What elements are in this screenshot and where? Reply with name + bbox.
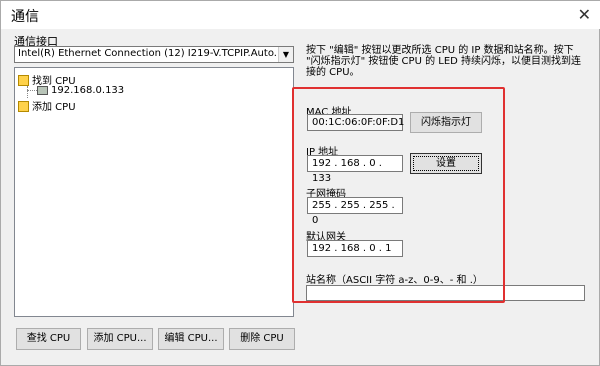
highlight-box [292, 87, 505, 303]
folder-icon [18, 101, 29, 112]
folder-icon [18, 75, 29, 86]
interface-select-value: Intel(R) Ethernet Connection (12) I219-V… [18, 48, 284, 59]
device-icon [37, 86, 48, 95]
title-bar: 通信 ✕ [1, 1, 600, 29]
tree-item-label: 192.168.0.133 [51, 85, 125, 96]
find-cpu-button[interactable]: 查找 CPU [16, 328, 81, 350]
add-cpu-button[interactable]: 添加 CPU... [87, 328, 153, 350]
communication-dialog: 通信 ✕ 通信接口 Intel(R) Ethernet Connection (… [0, 0, 600, 366]
delete-cpu-button[interactable]: 删除 CPU [229, 328, 295, 350]
cpu-tree[interactable]: 找到 CPU 192.168.0.133 添加 CPU [14, 67, 294, 317]
close-icon[interactable]: ✕ [578, 5, 591, 24]
edit-cpu-button[interactable]: 编辑 CPU... [158, 328, 224, 350]
tree-item-cpu-ip[interactable]: 192.168.0.133 [37, 85, 124, 96]
chevron-down-icon[interactable]: ▼ [278, 47, 293, 62]
window-title: 通信 [11, 9, 39, 25]
tree-item-add-cpu[interactable]: 添加 CPU [18, 98, 76, 113]
tree-item-label: 添加 CPU [32, 102, 76, 113]
interface-select[interactable]: Intel(R) Ethernet Connection (12) I219-V… [14, 46, 294, 63]
tree-connector [27, 90, 37, 91]
tree-connector [27, 86, 28, 98]
instruction-text: 按下 "编辑" 按钮以更改所选 CPU 的 IP 数据和站名称。按下 "闪烁指示… [306, 45, 582, 78]
